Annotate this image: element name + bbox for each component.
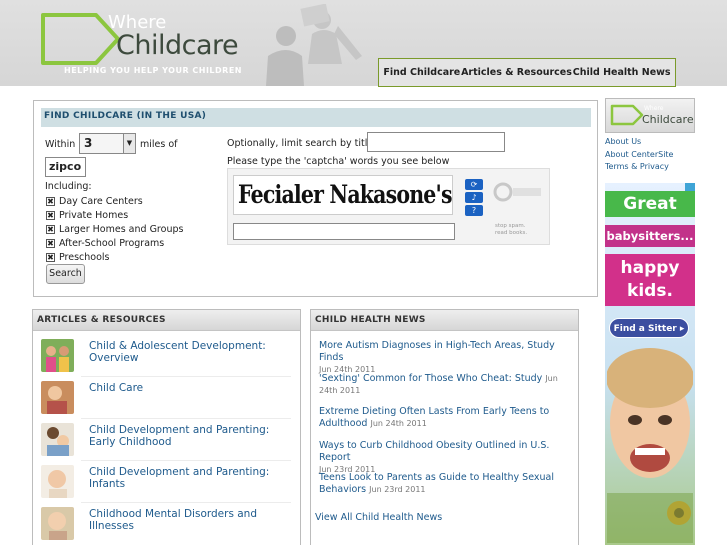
article-link[interactable]: Childhood Mental Disorders and Illnesses: [89, 508, 299, 532]
site-tagline: HELPING YOU HELP YOUR CHILDREN: [64, 66, 242, 75]
article-link[interactable]: Child Development and Parenting: Early C…: [89, 424, 299, 448]
title-filter-input[interactable]: [367, 132, 505, 152]
captcha-words: Fecialer Nakasone's: [238, 180, 453, 209]
care-type-after-school[interactable]: ✖ After-School Programs: [46, 236, 183, 250]
checkbox-checked-icon[interactable]: ✖: [46, 196, 55, 206]
within-label: Within: [45, 139, 76, 150]
divider: [81, 418, 291, 419]
audio-icon[interactable]: ♪: [465, 192, 483, 203]
article-item[interactable]: Child Development and Parenting: Infants: [41, 465, 296, 505]
news-date: Jun 24th 2011: [370, 419, 427, 428]
recaptcha-tagline: stop spam. read books.: [495, 223, 528, 236]
news-item[interactable]: 'Sexting' Common for Those Who Cheat: St…: [319, 373, 574, 397]
article-thumbnail-image: [41, 381, 74, 414]
find-a-sitter-button[interactable]: Find a Sitter ▸: [609, 318, 689, 338]
terms-privacy-link[interactable]: Terms & Privacy: [605, 161, 673, 174]
ad-child-photo: [607, 348, 693, 543]
logo-house-icon: [610, 104, 644, 126]
article-link[interactable]: Child Care: [89, 382, 299, 394]
chevron-down-icon[interactable]: ▼: [123, 134, 135, 153]
help-icon[interactable]: ?: [465, 205, 483, 216]
captcha-instructions: Please type the 'captcha' words you see …: [227, 156, 450, 167]
article-link[interactable]: Child & Adolescent Development: Overview: [89, 340, 299, 364]
news-date: Jun 23rd 2011: [369, 485, 426, 494]
article-item[interactable]: Childhood Mental Disorders and Illnesses: [41, 507, 296, 545]
about-us-link[interactable]: About Us: [605, 136, 673, 149]
news-link[interactable]: More Autism Diagnoses in High-Tech Areas…: [319, 340, 555, 363]
captcha-image: Fecialer Nakasone's: [233, 175, 453, 215]
about-centersite-link[interactable]: About CenterSite: [605, 149, 673, 162]
care-type-checkbox-list: ✖ Day Care Centers ✖ Private Homes ✖ Larger…: [46, 194, 183, 264]
distance-select[interactable]: 3 ▼: [79, 133, 136, 154]
logo-childcare-text[interactable]: Childcare: [116, 30, 239, 61]
ad-tagline: happy kids.: [605, 254, 695, 306]
side-links: About Us About CenterSite Terms & Privac…: [605, 136, 673, 174]
recaptcha-widget: Fecialer Nakasone's ⟳ ♪ ? stop spam. rea…: [227, 168, 550, 245]
search-button[interactable]: Search: [46, 264, 85, 284]
divider: [81, 376, 291, 377]
news-item[interactable]: Teens Look to Parents as Guide to Health…: [319, 472, 574, 496]
news-link[interactable]: Extreme Dieting Often Lasts From Early T…: [319, 406, 549, 429]
article-item[interactable]: Child Development and Parenting: Early C…: [41, 423, 296, 463]
nav-articles-resources[interactable]: Articles & Resources: [461, 67, 572, 78]
article-thumbnail-image: [41, 423, 74, 456]
article-item[interactable]: Child Care: [41, 381, 296, 421]
article-item[interactable]: Child & Adolescent Development: Overview: [41, 339, 296, 379]
checkbox-checked-icon[interactable]: ✖: [46, 210, 55, 220]
article-thumbnail-image: [41, 507, 74, 540]
including-label: Including:: [45, 181, 92, 192]
ad-headline: Great: [605, 191, 695, 217]
family-silhouette-image: [266, 4, 362, 86]
articles-title: ARTICLES & RESOURCES: [33, 310, 300, 331]
news-item[interactable]: Extreme Dieting Often Lasts From Early T…: [319, 406, 574, 430]
care-type-day-care-centers[interactable]: ✖ Day Care Centers: [46, 194, 183, 208]
news-item[interactable]: Ways to Curb Childhood Obesity Outlined …: [319, 440, 574, 476]
top-navigation: Find Childcare Articles & Resources Chil…: [378, 58, 676, 87]
babysitter-ad-banner[interactable]: Great babysitters... happy kids. Find a …: [605, 183, 695, 545]
title-filter-label: Optionally, limit search by title:: [227, 138, 377, 149]
recaptcha-logo-icon: [493, 182, 541, 202]
side-logo-text: Childcare: [642, 113, 694, 126]
health-news-title: CHILD HEALTH NEWS: [311, 310, 578, 331]
miles-label: miles of: [140, 139, 178, 150]
distance-select-value: 3: [84, 136, 93, 150]
view-all-news-link[interactable]: View All Child Health News: [315, 512, 442, 523]
divider: [81, 502, 291, 503]
checkbox-checked-icon[interactable]: ✖: [46, 238, 55, 248]
refresh-icon[interactable]: ⟳: [465, 179, 483, 190]
site-header: Where Childcare HELPING YOU HELP YOUR CH…: [0, 0, 727, 87]
centersite-logo[interactable]: Where Childcare: [605, 98, 695, 133]
news-link[interactable]: Ways to Curb Childhood Obesity Outlined …: [319, 440, 549, 463]
child-health-news-box: CHILD HEALTH NEWS More Autism Diagnoses …: [310, 309, 579, 545]
news-link[interactable]: 'Sexting' Common for Those Who Cheat: St…: [319, 373, 542, 384]
captcha-response-input[interactable]: [233, 223, 455, 240]
care-type-larger-homes[interactable]: ✖ Larger Homes and Groups: [46, 222, 183, 236]
find-childcare-title: FIND CHILDCARE (IN THE USA): [41, 108, 591, 127]
checkbox-checked-icon[interactable]: ✖: [46, 252, 55, 262]
care-type-preschools[interactable]: ✖ Preschools: [46, 250, 183, 264]
article-link[interactable]: Child Development and Parenting: Infants: [89, 466, 299, 490]
nav-find-childcare[interactable]: Find Childcare: [383, 67, 460, 78]
news-item[interactable]: More Autism Diagnoses in High-Tech Areas…: [319, 340, 574, 376]
ad-subheadline: babysitters...: [605, 225, 695, 247]
nav-child-health-news[interactable]: Child Health News: [573, 67, 671, 78]
divider: [81, 460, 291, 461]
find-childcare-panel: FIND CHILDCARE (IN THE USA) Within 3 ▼ m…: [33, 100, 598, 297]
article-thumbnail-image: [41, 339, 74, 372]
side-logo-where: Where: [644, 105, 664, 112]
articles-resources-box: ARTICLES & RESOURCES Child & Adolescent …: [32, 309, 301, 545]
zip-input[interactable]: zipco: [45, 157, 86, 177]
checkbox-checked-icon[interactable]: ✖: [46, 224, 55, 234]
news-link[interactable]: Teens Look to Parents as Guide to Health…: [319, 472, 554, 495]
article-thumbnail-image: [41, 465, 74, 498]
care-type-private-homes[interactable]: ✖ Private Homes: [46, 208, 183, 222]
